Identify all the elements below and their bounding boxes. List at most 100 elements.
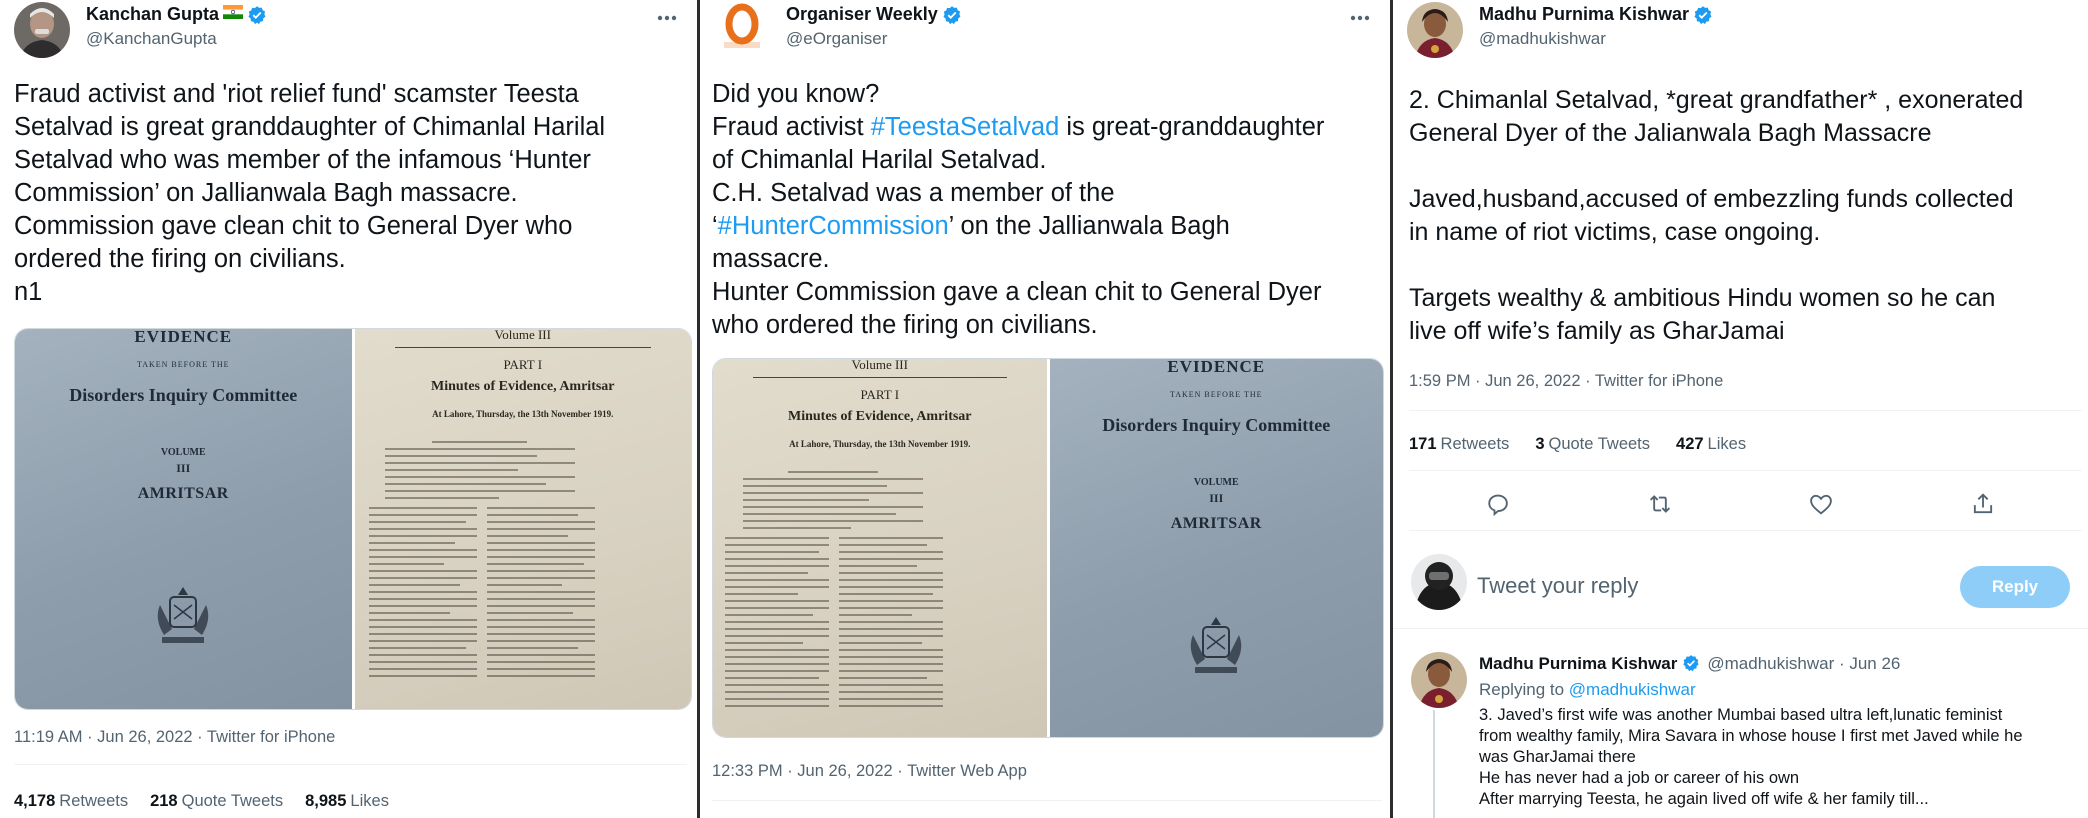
- verified-badge-icon: [1693, 5, 1713, 25]
- quotes-label: Quote Tweets: [1548, 435, 1651, 453]
- quotes-stat[interactable]: 3 Quote Tweets: [1535, 435, 1650, 454]
- page-volume: Volume III: [851, 359, 908, 372]
- retweets-stat[interactable]: 171 Retweets: [1409, 435, 1509, 454]
- cover-title: EVIDENCE: [134, 329, 233, 346]
- quotes-label: Quote Tweets: [181, 792, 284, 810]
- tweet-line: of Chimanlal Harilal Setalvad.: [712, 146, 1047, 174]
- tweet-panel-madhu-kishwar: Madhu Purnima Kishwar @madhukishwar 2. C…: [1393, 0, 2088, 818]
- cover-subtitle: TAKEN BEFORE THE: [1169, 390, 1263, 399]
- photo-minutes-of-evidence[interactable]: Volume III PART I Minutes of Evidence, A…: [713, 359, 1047, 737]
- likes-count: 8,985: [305, 792, 347, 810]
- tweet-text: Fraud activist and 'riot relief fund' sc…: [14, 80, 606, 306]
- author-line: Organiser Weekly: [786, 4, 962, 25]
- cover-subtitle: TAKEN BEFORE THE: [136, 360, 230, 369]
- tweet-line: massacre.: [712, 245, 830, 273]
- page-text-block: [384, 441, 575, 504]
- more-options-icon[interactable]: [653, 8, 681, 28]
- tweet-line: C.H. Setalvad was a member of the: [712, 179, 1115, 207]
- page-volume: Volume III: [494, 329, 551, 342]
- cover-city: AMRITSAR: [1170, 515, 1262, 532]
- verified-badge-icon: [1682, 654, 1702, 674]
- likes-label: Likes: [350, 792, 389, 810]
- author-name[interactable]: Kanchan Gupta: [86, 4, 219, 25]
- page-heading: Minutes of Evidence, Amritsar: [787, 409, 972, 424]
- reply-author-name[interactable]: Madhu Purnima Kishwar: [1479, 654, 1677, 674]
- author-handle[interactable]: @KanchanGupta: [86, 29, 217, 49]
- verified-badge-icon: [247, 5, 267, 25]
- author-handle[interactable]: @eOrganiser: [786, 29, 887, 49]
- author-handle[interactable]: @madhukishwar: [1479, 29, 1606, 49]
- reply-handle-time[interactable]: @madhukishwar · Jun 26: [1707, 654, 1900, 674]
- divider: [1409, 410, 2082, 411]
- page-column-right: [839, 537, 943, 712]
- share-icon[interactable]: [1969, 490, 1997, 518]
- divider: [712, 800, 1382, 801]
- author-line: Kanchan Gupta: [86, 4, 267, 25]
- tweet-timestamp[interactable]: 1:59 PM · Jun 26, 2022 · Twitter for iPh…: [1409, 372, 1723, 391]
- reply-button[interactable]: Reply: [1960, 566, 2070, 608]
- page-date-line: At Lahore, Thursday, the 13th November 1…: [789, 439, 971, 449]
- replying-to-link[interactable]: @madhukishwar: [1569, 680, 1696, 699]
- replying-prefix: Replying to: [1479, 680, 1569, 699]
- likes-label: Likes: [1707, 435, 1747, 453]
- tweet-text: Did you know? Fraud activist #TeestaSeta…: [712, 78, 1382, 342]
- likes-count: 427: [1676, 435, 1704, 453]
- retweets-count: 4,178: [14, 792, 56, 810]
- reply-icon[interactable]: [1484, 490, 1512, 518]
- page-date-line: At Lahore, Thursday, the 13th November 1…: [432, 409, 614, 419]
- tweet-header: Organiser Weekly @eOrganiser: [712, 0, 1378, 64]
- page-text-block: [743, 471, 923, 534]
- retweets-label: Retweets: [1440, 435, 1510, 453]
- cover-volume-number: III: [1209, 491, 1224, 505]
- avatar[interactable]: [1407, 2, 1463, 58]
- author-name[interactable]: Madhu Purnima Kishwar: [1479, 4, 1689, 25]
- page-rule: [753, 377, 1007, 378]
- more-options-icon[interactable]: [1346, 8, 1374, 28]
- likes-stat[interactable]: 8,985 Likes: [305, 792, 389, 811]
- photo-minutes-of-evidence[interactable]: Volume III PART I Minutes of Evidence, A…: [354, 329, 691, 709]
- page-column-left: [725, 537, 829, 712]
- likes-stat[interactable]: 427 Likes: [1676, 435, 1746, 454]
- reply-composer: Tweet your reply Reply: [1405, 548, 2076, 618]
- reply-author-avatar[interactable]: [1411, 652, 1467, 708]
- avatar[interactable]: [14, 2, 70, 58]
- hashtag-link[interactable]: #TeestaSetalvad: [871, 113, 1060, 141]
- author-name[interactable]: Organiser Weekly: [786, 4, 938, 25]
- quotes-stat[interactable]: 218 Quote Tweets: [150, 792, 283, 811]
- tweet-line: ‘#HunterCommission’ on the Jallianwala B…: [712, 210, 1382, 243]
- reply-input[interactable]: Tweet your reply: [1477, 573, 1638, 599]
- cover-committee: Disorders Inquiry Committee: [69, 385, 298, 405]
- tweet-photos[interactable]: Volume III PART I Minutes of Evidence, A…: [712, 358, 1384, 738]
- retweets-label: Retweets: [59, 792, 129, 810]
- cover-volume-number: III: [176, 461, 191, 475]
- tweet-stats: 4,178 Retweets 218 Quote Tweets 8,985 Likes: [14, 792, 389, 811]
- photo-evidence-cover[interactable]: EVIDENCE TAKEN BEFORE THE Disorders Inqu…: [15, 329, 352, 709]
- like-icon[interactable]: [1807, 490, 1835, 518]
- page-rule: [394, 347, 651, 348]
- thread-line: [1433, 710, 1435, 818]
- retweets-stat[interactable]: 4,178 Retweets: [14, 792, 128, 811]
- india-flag-icon: [223, 5, 244, 24]
- royal-crest-icon: [1191, 617, 1242, 673]
- tweet-photos[interactable]: EVIDENCE TAKEN BEFORE THE Disorders Inqu…: [14, 328, 692, 710]
- quotes-count: 3: [1535, 435, 1545, 453]
- avatar[interactable]: [714, 2, 770, 58]
- tweet-timestamp[interactable]: 12:33 PM · Jun 26, 2022 · Twitter Web Ap…: [712, 762, 1027, 781]
- retweet-icon[interactable]: [1646, 490, 1674, 518]
- verified-badge-icon: [942, 5, 962, 25]
- tweet-actions: [1417, 490, 2064, 520]
- quotes-count: 218: [150, 792, 178, 810]
- page-column-right: [486, 507, 595, 682]
- tweet-timestamp[interactable]: 11:19 AM · Jun 26, 2022 · Twitter for iP…: [14, 728, 335, 747]
- my-avatar[interactable]: [1411, 554, 1467, 610]
- hashtag-link[interactable]: #HunterCommission: [718, 212, 949, 240]
- tweet-line: Fraud activist #TeestaSetalvad is great-…: [712, 111, 1382, 144]
- cover-title: EVIDENCE: [1167, 359, 1266, 376]
- cover-volume-label: VOLUME: [160, 447, 206, 458]
- page-part: PART I: [860, 387, 900, 402]
- tweet-panel-organiser-weekly: Organiser Weekly @eOrganiser Did you kno…: [700, 0, 1390, 818]
- retweets-count: 171: [1409, 435, 1437, 453]
- tweet-header: Kanchan Gupta @KanchanGupta: [12, 0, 685, 64]
- photo-evidence-cover[interactable]: EVIDENCE TAKEN BEFORE THE Disorders Inqu…: [1049, 359, 1383, 737]
- divider: [14, 764, 687, 765]
